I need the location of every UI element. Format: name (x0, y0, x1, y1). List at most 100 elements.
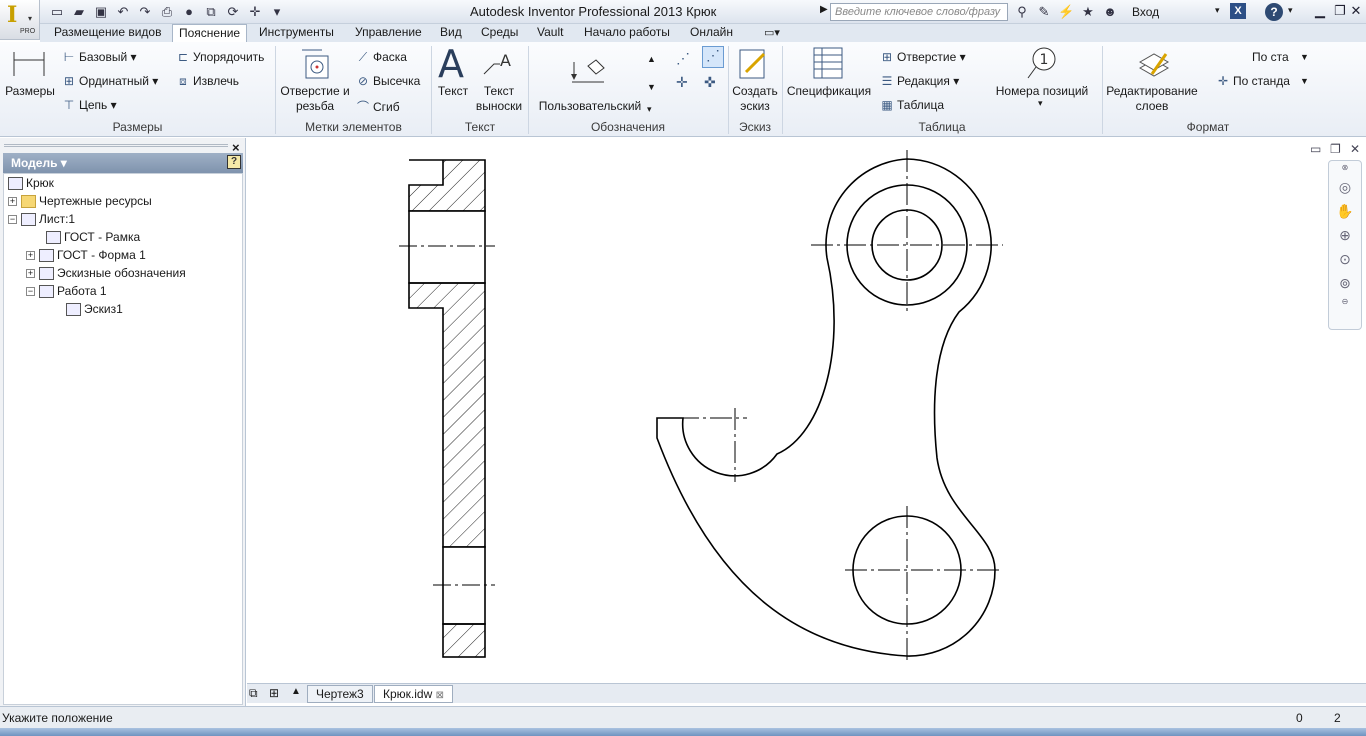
tree-item-drawing[interactable]: Крюк (8, 174, 54, 192)
customize-dropdown-icon[interactable]: ▾ (268, 3, 286, 21)
pan-icon[interactable]: ✋ (1329, 199, 1361, 223)
tab-annotate[interactable]: Пояснение (172, 24, 248, 42)
navbar-close-icon[interactable]: ⊗ (1329, 161, 1361, 175)
hole-table-button[interactable]: ⊞ Отверстие ▾ (880, 50, 966, 64)
update-icon[interactable]: ⟳ (224, 3, 242, 21)
ribbon-options-icon[interactable]: ▭▾ (764, 26, 780, 39)
star-icon[interactable]: ★ (1080, 3, 1096, 21)
new-icon[interactable]: ▭ (48, 3, 66, 21)
balloon-button[interactable]: Номера позиций (990, 84, 1094, 99)
search-input[interactable]: Введите ключевое слово/фразу (830, 3, 1008, 21)
edit-layers-button[interactable]: Редактирование слоев (1104, 84, 1200, 114)
tree-item-sketch[interactable]: Эскиз1 (66, 300, 123, 318)
drawing-canvas[interactable]: ▭ ❐ ✕ ⊗ ◎ ✋ ⊕ ⊙ ⊚ ⊖ (247, 138, 1366, 683)
view-minimize-icon[interactable]: ▭ (1310, 142, 1321, 156)
search-expand-icon[interactable]: ▶ (820, 4, 828, 15)
view-restore-icon[interactable]: ❐ (1330, 142, 1341, 156)
copy-icon[interactable]: ⧉ (202, 3, 220, 21)
tab-document-2[interactable]: Крюк.idw ⊠ (374, 685, 453, 703)
minimize-button[interactable]: ▁ (1310, 3, 1330, 21)
application-menu-button[interactable]: I ▾ PRO (0, 0, 40, 40)
revision-table-button[interactable]: ☰ Редакция ▾ (880, 74, 960, 88)
save-icon[interactable]: ▣ (92, 3, 110, 21)
tab-environments[interactable]: Среды (475, 24, 524, 42)
help-icon[interactable]: ? (1265, 3, 1283, 21)
chain-dimension-button[interactable]: ⊤ Цепь ▾ (62, 98, 117, 112)
close-button[interactable]: ✕ (1346, 3, 1366, 21)
create-sketch-button[interactable]: Создать эскиз (730, 84, 780, 114)
expand-icon[interactable]: + (26, 269, 35, 279)
collapse-icon[interactable]: − (26, 287, 35, 297)
text-button[interactable]: Текст (434, 84, 472, 99)
satellite-icon[interactable]: ⚡ (1058, 3, 1074, 21)
tree-item-drawing-resources[interactable]: + Чертежные ресурсы (8, 192, 152, 210)
balloon-dropdown-icon[interactable]: ▾ (1038, 98, 1043, 109)
centered-pattern-icon[interactable]: ✜ (704, 74, 716, 91)
add-icon[interactable]: ✛ (246, 3, 264, 21)
zoom-all-icon[interactable]: ⊙ (1329, 247, 1361, 271)
browser-grip[interactable] (4, 144, 228, 147)
tab-document-1[interactable]: Чертеж3 (307, 685, 373, 703)
cascade-icon[interactable]: ⧉ (249, 686, 258, 701)
hole-thread-button[interactable]: Отверстие и резьба (278, 84, 352, 114)
help-dropdown-icon[interactable]: ▾ (1288, 5, 1293, 16)
retrieve-button[interactable]: ⧈ Извлечь (176, 74, 239, 89)
baseline-dimension-button[interactable]: ⊢ Базовый ▾ (62, 50, 137, 64)
centerline-bisector-icon[interactable]: ⋰ (702, 46, 724, 68)
signin-dropdown-icon[interactable]: ▾ (1215, 5, 1220, 16)
tab-place-views[interactable]: Размещение видов (48, 24, 167, 42)
tab-online[interactable]: Онлайн (684, 24, 739, 42)
bend-note-button[interactable]: ⌒ Сгиб (356, 98, 400, 115)
tab-manage[interactable]: Управление (349, 24, 428, 42)
hook-view[interactable] (656, 150, 1003, 664)
centerline-icon[interactable]: ⋰ (676, 50, 690, 67)
browser-header[interactable]: Модель ▾ ? (3, 153, 243, 173)
general-table-button[interactable]: ▦ Таблица (880, 98, 944, 112)
chevron-down-icon[interactable]: ▼ (1300, 52, 1309, 62)
view-close-icon[interactable]: ✕ (1350, 142, 1360, 156)
tab-get-started[interactable]: Начало работы (578, 24, 676, 42)
arrange-button[interactable]: ⊏ Упорядочить (176, 50, 264, 64)
expand-icon[interactable]: + (26, 251, 35, 261)
expand-icon[interactable]: + (8, 197, 17, 207)
binoculars-icon[interactable]: ⚲ (1014, 3, 1030, 21)
steering-wheel-icon[interactable]: ◎ (1329, 175, 1361, 199)
tab-vault[interactable]: Vault (531, 24, 569, 42)
tab-tools[interactable]: Инструменты (253, 24, 340, 42)
gallery-up-icon[interactable]: ▲ (647, 54, 656, 64)
leader-text-button[interactable]: Текст выноски (474, 84, 524, 114)
close-tab-icon[interactable]: ⊠ (436, 690, 444, 701)
tree-item-work[interactable]: − Работа 1 (26, 282, 107, 300)
wrench-icon[interactable]: ✎ (1036, 3, 1052, 21)
navbar-options-icon[interactable]: ⊖ (1329, 295, 1361, 309)
parts-list-button[interactable]: Спецификация (786, 84, 872, 99)
tree-item-title-block[interactable]: + ГОСТ - Форма 1 (26, 246, 146, 264)
tree-item-sheet[interactable]: − Лист:1 (8, 210, 75, 228)
tab-view[interactable]: Вид (434, 24, 468, 42)
collapse-icon[interactable]: − (8, 215, 17, 225)
open-icon[interactable]: ▰ (70, 3, 88, 21)
redo-icon[interactable]: ↷ (136, 3, 154, 21)
gallery-down-icon[interactable]: ▼ (647, 82, 656, 92)
print-icon[interactable]: ⎙ (158, 3, 176, 21)
zoom-icon[interactable]: ⊕ (1329, 223, 1361, 247)
user-icon[interactable]: ☻ (1102, 3, 1118, 21)
color-icon[interactable]: ● (180, 3, 198, 21)
chamfer-note-button[interactable]: ⟋ Фаска (356, 50, 407, 65)
custom-symbol-button[interactable]: Пользовательский (532, 99, 648, 114)
ordinate-dimension-button[interactable]: ⊞ Ординатный ▾ (62, 74, 158, 88)
chevron-down-icon[interactable]: ▼ (1300, 76, 1309, 86)
open-documents-icon[interactable]: ▲ (291, 686, 301, 697)
section-view[interactable] (399, 159, 495, 658)
style-dropdown-1[interactable]: По ста (1252, 50, 1289, 64)
style-dropdown-2[interactable]: ✛ По станда (1216, 74, 1290, 88)
exchange-icon[interactable]: X (1230, 3, 1246, 19)
zoom-window-icon[interactable]: ⊚ (1329, 271, 1361, 295)
signin-button[interactable]: Вход (1132, 5, 1159, 19)
center-mark-icon[interactable]: ✛ (676, 74, 688, 91)
tree-item-sketched-symbols[interactable]: + Эскизные обозначения (26, 264, 186, 282)
tree-item-border[interactable]: ГОСТ - Рамка (46, 228, 140, 246)
punch-note-button[interactable]: ⊘ Высечка (356, 74, 420, 88)
tile-icon[interactable]: ⊞ (269, 686, 279, 700)
dimension-button[interactable]: Размеры (4, 84, 56, 99)
